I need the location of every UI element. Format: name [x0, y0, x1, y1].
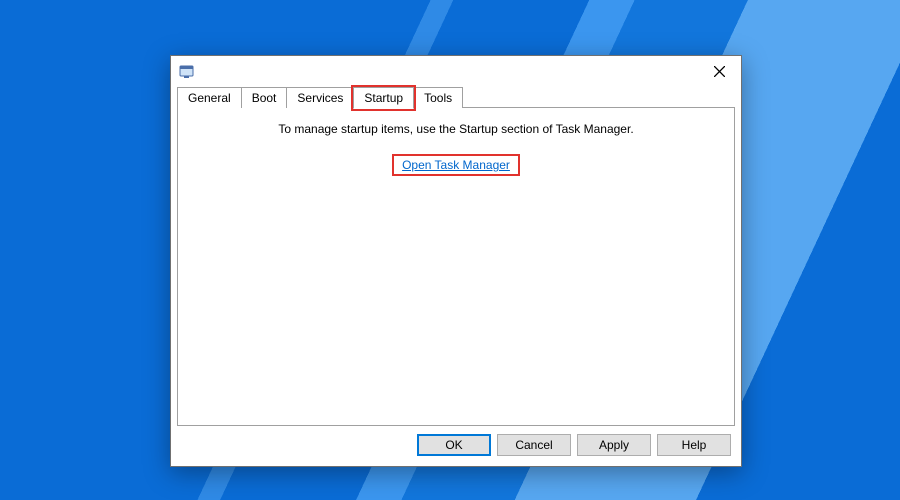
close-button[interactable] — [699, 58, 739, 84]
startup-panel: To manage startup items, use the Startup… — [177, 108, 735, 426]
close-icon — [714, 66, 725, 77]
msconfig-window: General Boot Services Startup Tools To m… — [170, 55, 742, 467]
help-button[interactable]: Help — [657, 434, 731, 456]
tab-row: General Boot Services Startup Tools — [171, 86, 741, 108]
apply-button[interactable]: Apply — [577, 434, 651, 456]
tab-general[interactable]: General — [177, 87, 242, 108]
link-wrap: Open Task Manager — [178, 154, 734, 176]
titlebar — [171, 56, 741, 86]
desktop-background: General Boot Services Startup Tools To m… — [0, 0, 900, 500]
open-task-manager-link[interactable]: Open Task Manager — [398, 156, 514, 174]
ok-button[interactable]: OK — [417, 434, 491, 456]
tab-tools[interactable]: Tools — [413, 87, 463, 108]
tab-boot[interactable]: Boot — [241, 87, 288, 108]
app-icon — [179, 63, 195, 79]
startup-hint-text: To manage startup items, use the Startup… — [178, 122, 734, 136]
link-highlight: Open Task Manager — [392, 154, 520, 176]
tab-services[interactable]: Services — [286, 87, 354, 108]
tab-startup[interactable]: Startup — [353, 87, 414, 109]
cancel-button[interactable]: Cancel — [497, 434, 571, 456]
dialog-buttons: OK Cancel Apply Help — [417, 434, 731, 456]
